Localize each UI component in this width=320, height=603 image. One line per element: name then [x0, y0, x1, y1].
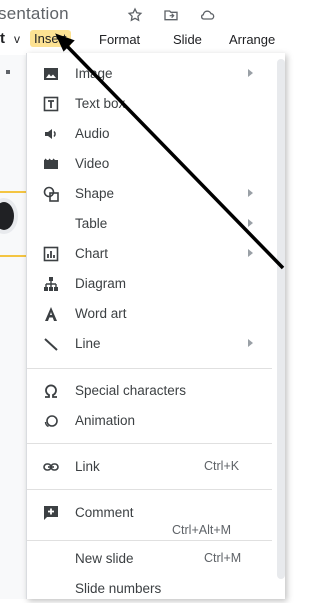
annotation-arrow	[55, 33, 285, 270]
